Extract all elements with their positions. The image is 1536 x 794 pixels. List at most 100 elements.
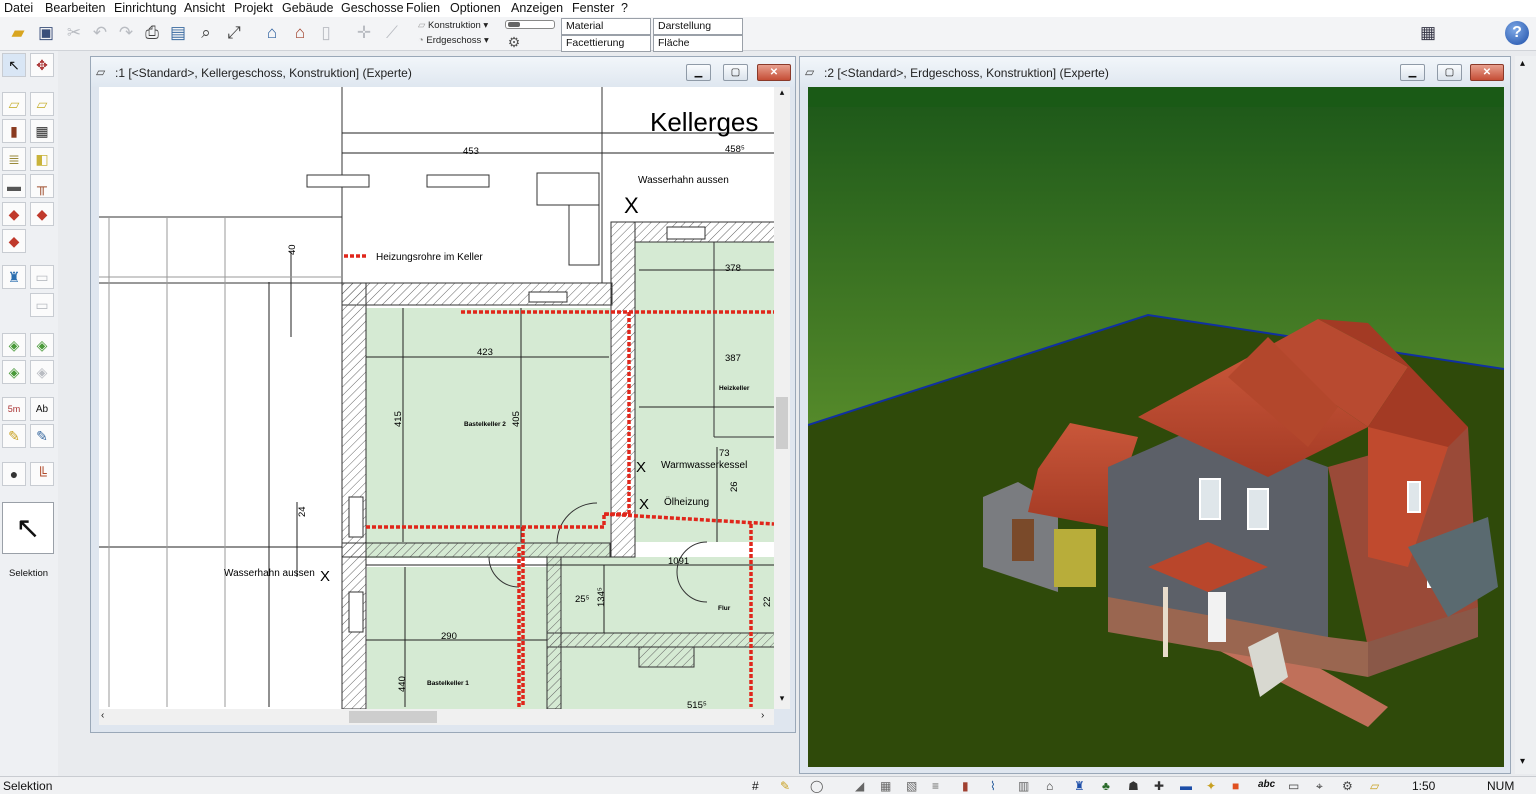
- transparency-slider[interactable]: [505, 20, 555, 29]
- measure-icon[interactable]: ▭: [1288, 779, 1299, 793]
- vertical-scroll-thumb[interactable]: [776, 397, 788, 449]
- roof-icon[interactable]: ⌂: [1046, 779, 1053, 793]
- triangle-icon[interactable]: ◢: [855, 779, 864, 793]
- combo-konstruktion[interactable]: ▱ Konstruktion ▾: [418, 20, 488, 31]
- tab-material[interactable]: Material: [561, 18, 651, 35]
- fire-icon[interactable]: ■: [1232, 779, 1239, 793]
- scroll-right-icon[interactable]: ›: [761, 710, 764, 721]
- menu-folien[interactable]: Folien: [406, 1, 440, 15]
- menu-anzeigen[interactable]: Anzeigen: [511, 1, 563, 15]
- slab-tool-icon[interactable]: ◧: [30, 147, 54, 171]
- symbol-tool-icon[interactable]: ●: [2, 462, 26, 486]
- main-scroll-down-icon[interactable]: ▾: [1520, 756, 1525, 767]
- menu-gebaeude[interactable]: Gebäude: [282, 1, 333, 15]
- compass-icon[interactable]: ⌖: [1316, 779, 1323, 794]
- wall-3d-tool-icon[interactable]: ▱: [30, 92, 54, 116]
- pipe-tool-icon[interactable]: ╚: [30, 462, 54, 486]
- pencil-tool-icon[interactable]: ✎: [2, 424, 26, 448]
- help-icon[interactable]: ?: [1505, 21, 1529, 45]
- snap-icon[interactable]: ✛: [352, 21, 376, 45]
- print-icon[interactable]: ⎙: [140, 21, 164, 45]
- roof-tool-icon[interactable]: ◆: [2, 202, 26, 226]
- abc-icon[interactable]: abc: [1258, 779, 1275, 790]
- door-tool-icon[interactable]: ▮: [2, 119, 26, 143]
- room-tool-icon[interactable]: ◈: [2, 360, 26, 384]
- menu-optionen[interactable]: Optionen: [450, 1, 501, 15]
- menu-ansicht[interactable]: Ansicht: [184, 1, 225, 15]
- bench-icon[interactable]: ✚: [1154, 779, 1164, 793]
- beam-tool-icon[interactable]: ▬: [2, 174, 26, 198]
- house-view-icon[interactable]: ⌂: [288, 21, 312, 45]
- 3d-window-titlebar[interactable]: ▱ :2 [<Standard>, Erdgeschoss, Konstrukt…: [800, 57, 1510, 87]
- stairs-icon[interactable]: ≡: [932, 779, 939, 793]
- measure-icon[interactable]: ⟋: [380, 21, 404, 45]
- zoom-window-icon[interactable]: ⌕: [194, 21, 218, 45]
- pen-tool-icon[interactable]: ✎: [30, 424, 54, 448]
- scroll-up-icon[interactable]: ▴: [774, 87, 790, 101]
- catalog-icon[interactable]: ▦: [1416, 21, 1440, 45]
- horizontal-scroll-thumb[interactable]: [349, 711, 437, 723]
- main-vertical-scrollbar[interactable]: ▴ ▾: [1515, 56, 1536, 774]
- menu-datei[interactable]: Datei: [4, 1, 33, 15]
- camera-icon[interactable]: ⚙: [1342, 779, 1353, 793]
- wall-tool-icon[interactable]: ▱: [2, 92, 26, 116]
- tree-icon[interactable]: ♣: [1102, 779, 1110, 793]
- surface-tool-icon[interactable]: ◈: [30, 360, 54, 384]
- vertical-scrollbar[interactable]: ▴ ▾: [774, 87, 790, 709]
- redo-icon[interactable]: ↷: [114, 21, 138, 45]
- close-button[interactable]: ✕: [1470, 64, 1504, 81]
- 3d-view-window[interactable]: ▱ :2 [<Standard>, Erdgeschoss, Konstrukt…: [799, 56, 1511, 774]
- zoom-fit-icon[interactable]: ⤢: [222, 21, 246, 45]
- 3d-view-canvas[interactable]: [808, 87, 1504, 767]
- menu-bearbeiten[interactable]: Bearbeiten: [45, 1, 105, 15]
- furniture-tool-icon[interactable]: ♜: [2, 265, 26, 289]
- menu-fenster[interactable]: Fenster: [572, 1, 614, 15]
- tab-darstellung[interactable]: Darstellung: [653, 18, 743, 35]
- move-tool-icon[interactable]: ✥: [30, 53, 54, 77]
- stairs-tool-icon[interactable]: ≣: [2, 147, 26, 171]
- plan-window-titlebar[interactable]: ▱ :1 [<Standard>, Kellergeschoss, Konstr…: [91, 57, 795, 87]
- floor-plan-canvas[interactable]: Kellerges 453 458⁵ 378 423 387 415 405 7…: [99, 87, 774, 709]
- close-button[interactable]: ✕: [757, 64, 791, 81]
- open-folder-icon[interactable]: ▰: [6, 21, 30, 45]
- object-tool-icon[interactable]: ▭: [30, 265, 54, 289]
- column-tool-icon[interactable]: ╥: [30, 174, 54, 198]
- roof-window-tool-icon[interactable]: ◆: [2, 229, 26, 253]
- select-arrow-icon[interactable]: ↖: [2, 53, 26, 77]
- sofa-icon[interactable]: ▬: [1180, 779, 1192, 793]
- menu-projekt[interactable]: Projekt: [234, 1, 273, 15]
- tab-flaeche[interactable]: Fläche: [653, 35, 743, 52]
- note-icon[interactable]: ▱: [1370, 779, 1379, 793]
- text-tool-icon[interactable]: Ab: [30, 397, 54, 421]
- menu-help[interactable]: ?: [621, 1, 628, 15]
- lamp-icon[interactable]: ✦: [1206, 779, 1216, 793]
- area-tool-icon[interactable]: ◈: [2, 333, 26, 357]
- maximize-button[interactable]: ▢: [723, 64, 748, 81]
- cut-icon[interactable]: ✂: [62, 21, 86, 45]
- wall-icon[interactable]: ▧: [906, 779, 917, 793]
- 3d-view-icon[interactable]: ⌂: [260, 21, 284, 45]
- horizontal-scrollbar[interactable]: ‹ ›: [99, 709, 774, 725]
- pencil-icon[interactable]: ✎: [780, 779, 790, 793]
- minimize-button[interactable]: ▁: [1400, 64, 1425, 81]
- dormer-tool-icon[interactable]: ◆: [30, 202, 54, 226]
- combo-erdgeschoss[interactable]: ◔ Erdgeschoss ▾: [418, 35, 489, 46]
- save-icon[interactable]: ▣: [34, 21, 58, 45]
- grid-icon[interactable]: #: [752, 779, 759, 793]
- area-3d-tool-icon[interactable]: ◈: [30, 333, 54, 357]
- terrain-tool-icon[interactable]: ▭: [30, 293, 54, 317]
- pipe-icon[interactable]: ⌇: [990, 779, 996, 793]
- door-icon[interactable]: ▮: [962, 779, 969, 793]
- plan-window[interactable]: ▱ :1 [<Standard>, Kellergeschoss, Konstr…: [90, 56, 796, 733]
- person-icon[interactable]: ☗: [1128, 779, 1139, 793]
- dimension-tool-icon[interactable]: 5m: [2, 397, 26, 421]
- selektion-arrow-icon[interactable]: ↖: [2, 502, 54, 554]
- gear-icon[interactable]: ⚙: [502, 30, 526, 54]
- window-tool-icon[interactable]: ▦: [30, 119, 54, 143]
- slider-thumb[interactable]: [508, 22, 520, 27]
- undo-icon[interactable]: ↶: [88, 21, 112, 45]
- scroll-down-icon[interactable]: ▾: [774, 693, 790, 707]
- menu-geschosse[interactable]: Geschosse: [341, 1, 404, 15]
- minimize-button[interactable]: ▁: [686, 64, 711, 81]
- chair-icon[interactable]: ♜: [1074, 779, 1085, 793]
